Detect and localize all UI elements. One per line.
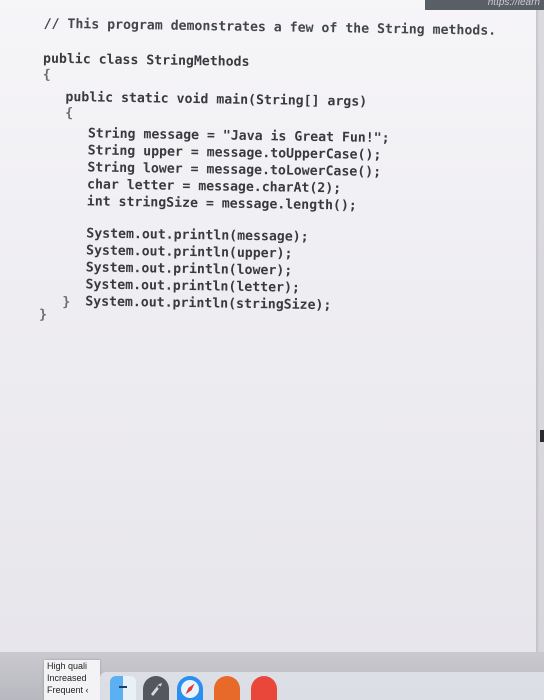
code-line-print-message: System.out.println(message); — [86, 226, 309, 245]
code-line-main-declaration: public static void main(String[] args) — [65, 90, 368, 110]
code-line-print-lower: System.out.println(lower); — [85, 260, 293, 279]
document-page: https://learn // This program demonstrat… — [0, 0, 544, 652]
compass-icon[interactable] — [177, 676, 203, 700]
code-line-class-open-brace: { — [42, 67, 51, 83]
app-icon[interactable] — [251, 676, 277, 700]
finder-icon[interactable] — [110, 676, 136, 700]
code-line-lower: String lower = message.toLowerCase(); — [87, 160, 382, 181]
code-line-print-upper: System.out.println(upper); — [85, 243, 293, 262]
app-icon[interactable] — [214, 676, 240, 700]
page-edge-mark — [540, 430, 544, 442]
notification-popup[interactable]: High quali Increased Frequent ‹ — [44, 660, 100, 700]
code-line-print-string-size: System.out.println(stringSize); — [85, 294, 332, 314]
code-listing: // This program demonstrates a few of th… — [0, 0, 536, 338]
code-line-comment: // This program demonstrates a few of th… — [43, 16, 497, 39]
notification-line-3: Frequent ‹ — [47, 685, 89, 695]
code-line-main-close-brace: } — [62, 295, 71, 311]
rocket-icon[interactable] — [143, 676, 169, 700]
code-line-letter: char letter = message.charAt(2); — [86, 177, 342, 197]
notification-line-2: Increased — [47, 673, 87, 683]
code-line-print-letter: System.out.println(letter); — [85, 277, 301, 296]
code-line-class-close-brace: } — [38, 307, 48, 323]
code-line-class-declaration: public class StringMethods — [42, 51, 250, 70]
code-line-upper: String upper = message.toUpperCase(); — [87, 143, 382, 164]
notification-line-1: High quali — [47, 661, 88, 671]
code-line-string-size: int stringSize = message.length(); — [86, 194, 357, 214]
code-line-main-open-brace: { — [65, 106, 74, 122]
